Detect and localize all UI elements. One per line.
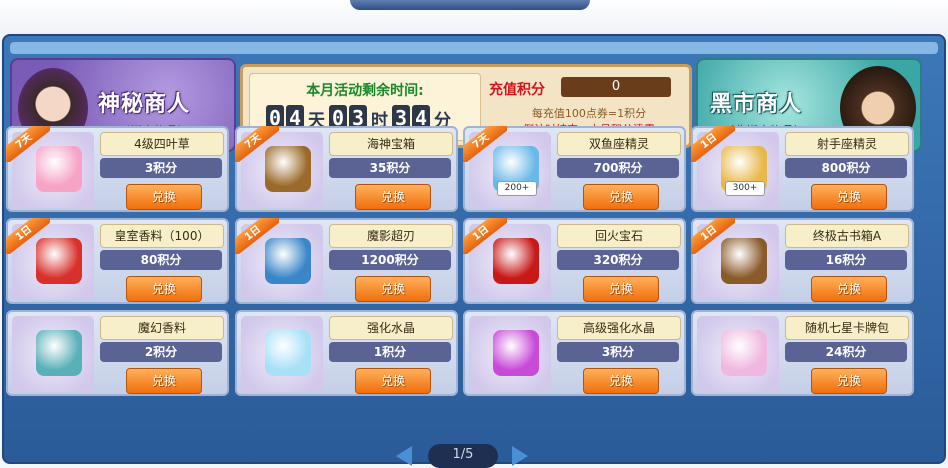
item-name: 回火宝石 — [557, 224, 681, 248]
prev-page-arrow[interactable] — [396, 446, 412, 466]
item-cost: 35积分 — [329, 158, 451, 178]
item-icon-frame — [12, 316, 94, 392]
item-card: 1日 皇室香料（100） 80积分兑换 — [6, 218, 229, 304]
recharge-points-label: 充值积分 — [489, 82, 545, 98]
duration-tag: 1日 — [691, 126, 735, 162]
item-card: 7天 海神宝箱 35积分兑换 — [235, 126, 458, 212]
exchange-button[interactable]: 兑换 — [355, 184, 431, 210]
item-name: 射手座精灵 — [785, 132, 909, 156]
duration-tag: 7天 — [463, 126, 507, 162]
exchange-button[interactable]: 兑换 — [126, 184, 202, 210]
magic-spice-icon — [36, 330, 82, 376]
duration-tag-label: 7天 — [235, 126, 279, 162]
duration-tag: 1日 — [235, 218, 279, 254]
item-cost: 1200积分 — [329, 250, 451, 270]
title-banner-edge — [350, 0, 590, 10]
item-cost: 1积分 — [329, 342, 451, 362]
exchange-button[interactable]: 兑换 — [583, 276, 659, 302]
item-card: 魔幻香料 2积分兑换 — [6, 310, 229, 396]
duration-tag-label: 1日 — [691, 126, 735, 162]
card-price-tag: 300+ — [725, 181, 765, 196]
duration-tag-label: 7天 — [463, 126, 507, 162]
card-price-tag: 200+ — [497, 181, 537, 196]
crystal-icon — [265, 330, 311, 376]
item-card: 300+ 1日 射手座精灵 800积分兑换 — [691, 126, 914, 212]
exchange-button[interactable]: 兑换 — [811, 368, 887, 394]
item-cost: 700积分 — [557, 158, 679, 178]
item-name: 4级四叶草 — [100, 132, 224, 156]
top-bar — [0, 0, 948, 34]
item-card: 1日 终极古书箱A 16积分兑换 — [691, 218, 914, 304]
duration-tag-label: 1日 — [235, 218, 279, 254]
panel-top-strip — [10, 42, 938, 54]
item-cost: 3积分 — [100, 158, 222, 178]
item-icon-frame — [697, 316, 779, 392]
exchange-button[interactable]: 兑换 — [583, 184, 659, 210]
item-cost: 24积分 — [785, 342, 907, 362]
purple-crystal-icon — [493, 330, 539, 376]
item-name: 皇室香料（100） — [100, 224, 224, 248]
item-cost: 3积分 — [557, 342, 679, 362]
item-name: 强化水晶 — [329, 316, 453, 340]
item-icon-frame — [469, 316, 551, 392]
item-name: 魔幻香料 — [100, 316, 224, 340]
item-card: 随机七星卡牌包 24积分兑换 — [691, 310, 914, 396]
next-page-arrow[interactable] — [512, 446, 528, 466]
item-cost: 2积分 — [100, 342, 222, 362]
item-name: 随机七星卡牌包 — [785, 316, 909, 340]
item-cost: 800积分 — [785, 158, 907, 178]
duration-tag-label: 7天 — [6, 126, 50, 162]
countdown-label: 本月活动剩余时间: — [306, 83, 424, 99]
mystic-merchant-title: 神秘商人 — [98, 92, 191, 117]
duration-tag-label: 1日 — [6, 218, 50, 254]
item-name: 双鱼座精灵 — [557, 132, 681, 156]
page-indicator: 1/5 — [428, 444, 498, 468]
item-cost: 16积分 — [785, 250, 907, 270]
exchange-button[interactable]: 兑换 — [583, 368, 659, 394]
exchange-button[interactable]: 兑换 — [811, 184, 887, 210]
black-merchant-title: 黑市商人 — [710, 92, 803, 117]
exchange-button[interactable]: 兑换 — [355, 368, 431, 394]
exchange-button[interactable]: 兑换 — [811, 276, 887, 302]
item-card: 1日 魔影超刃 1200积分兑换 — [235, 218, 458, 304]
item-card: 高级强化水晶 3积分兑换 — [463, 310, 686, 396]
card-pack-icon — [721, 330, 767, 376]
item-name: 海神宝箱 — [329, 132, 453, 156]
item-cost: 320积分 — [557, 250, 679, 270]
item-cost: 80积分 — [100, 250, 222, 270]
item-card: 强化水晶 1积分兑换 — [235, 310, 458, 396]
duration-tag: 7天 — [235, 126, 279, 162]
exchange-button[interactable]: 兑换 — [355, 276, 431, 302]
item-name: 终极古书箱A — [785, 224, 909, 248]
item-card: 1日 回火宝石 320积分兑换 — [463, 218, 686, 304]
duration-tag: 1日 — [691, 218, 735, 254]
duration-tag-label: 1日 — [463, 218, 507, 254]
duration-tag: 1日 — [6, 218, 50, 254]
item-icon-frame — [241, 316, 323, 392]
recharge-rate-note: 每充值100点券=1积分 — [531, 107, 647, 120]
duration-tag: 7天 — [6, 126, 50, 162]
item-card: 200+ 7天 双鱼座精灵 700积分兑换 — [463, 126, 686, 212]
exchange-button[interactable]: 兑换 — [126, 276, 202, 302]
exchange-button[interactable]: 兑换 — [126, 368, 202, 394]
recharge-points-value: 0 — [561, 77, 671, 97]
duration-tag: 1日 — [463, 218, 507, 254]
duration-tag-label: 1日 — [691, 218, 735, 254]
item-card: 7天 4级四叶草 3积分兑换 — [6, 126, 229, 212]
item-name: 高级强化水晶 — [557, 316, 681, 340]
item-name: 魔影超刃 — [329, 224, 453, 248]
